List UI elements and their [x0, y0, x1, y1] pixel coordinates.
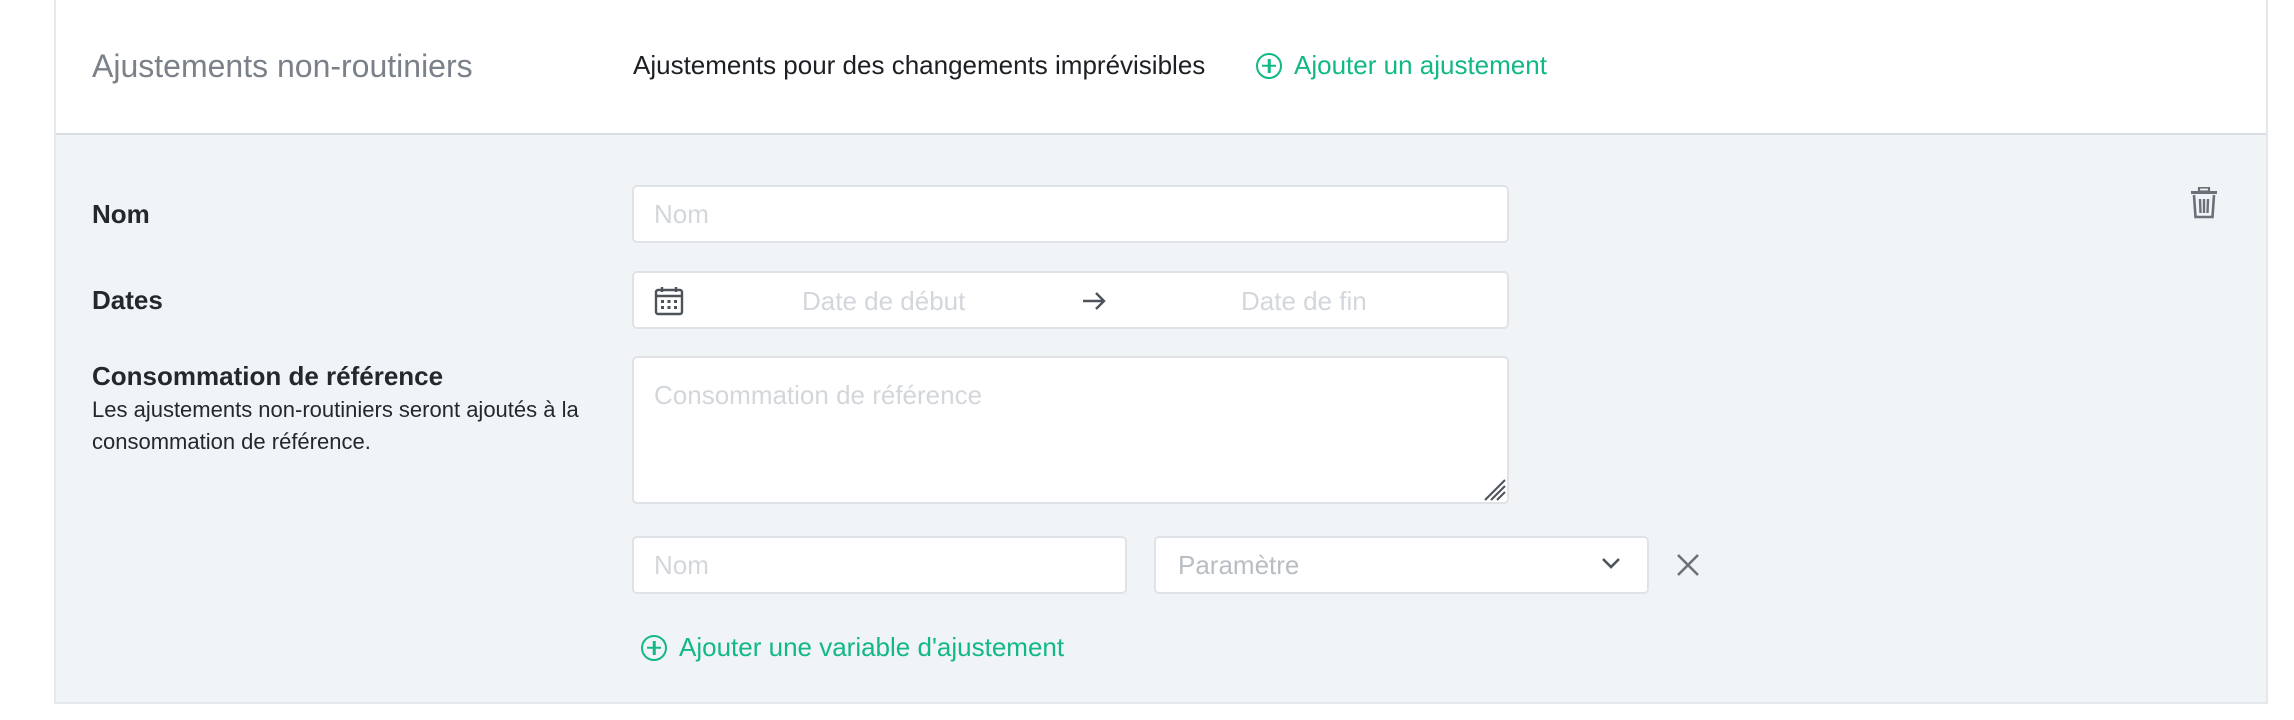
remove-variable-button[interactable]: [1676, 553, 1700, 582]
plus-circle-icon: [641, 634, 667, 661]
add-adjustment-label: Ajouter un ajustement: [1294, 50, 1547, 80]
variable-name-input[interactable]: [632, 536, 1127, 594]
plus-circle-icon: [1256, 52, 1282, 79]
reference-textarea[interactable]: [632, 356, 1509, 504]
section-title: Ajustements non-routiniers: [92, 48, 473, 84]
reference-label: Consommation de référence: [92, 361, 444, 391]
start-date-input[interactable]: Date de début: [802, 286, 965, 317]
chevron-down-icon: [1602, 558, 1620, 569]
add-variable-button[interactable]: Ajouter une variable d'ajustement: [641, 632, 1064, 663]
delete-adjustment-button[interactable]: [2190, 186, 2218, 224]
resize-handle-icon[interactable]: [1481, 476, 1507, 502]
reference-help-text: Les ajustements non-routiniers seront aj…: [92, 397, 579, 454]
name-input[interactable]: [632, 185, 1509, 243]
trash-icon: [2191, 186, 2217, 219]
close-icon: [1677, 554, 1699, 576]
name-label: Nom: [92, 199, 150, 229]
add-variable-label: Ajouter une variable d'ajustement: [679, 632, 1065, 662]
date-range-picker[interactable]: Date de début Date de fin: [632, 271, 1509, 329]
reference-textarea-wrapper: [632, 356, 1509, 504]
non-routine-adjustments-card: Ajustements non-routiniers Ajustements p…: [54, 0, 2268, 704]
arrow-right-icon: [1083, 292, 1106, 310]
calendar-icon: [654, 287, 684, 316]
card-header: Ajustements non-routiniers Ajustements p…: [56, 0, 2266, 135]
parameter-select-value: Paramètre: [1178, 550, 1300, 580]
add-adjustment-button[interactable]: Ajouter un ajustement: [1256, 50, 1547, 81]
parameter-select[interactable]: Paramètre: [1154, 536, 1649, 594]
dates-label: Dates: [92, 285, 163, 315]
end-date-input[interactable]: Date de fin: [1241, 286, 1367, 317]
section-description: Ajustements pour des changements imprévi…: [633, 50, 1206, 80]
adjustment-form: Nom Dates Date de début Date de fin: [56, 135, 2266, 702]
